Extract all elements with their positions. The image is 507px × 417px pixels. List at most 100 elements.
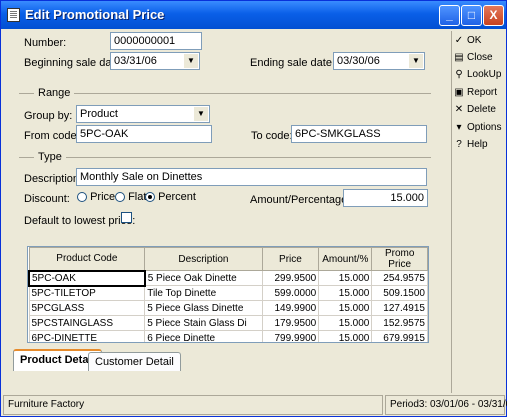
table-row[interactable]: 5PCSTAINGLASS 5 Piece Stain Glass Di 179… bbox=[28, 315, 428, 331]
dropdown-arrow-icon: ▾ bbox=[456, 122, 462, 133]
options-button[interactable]: ▾ Options bbox=[453, 122, 501, 139]
close-window-button[interactable]: X bbox=[483, 5, 504, 26]
group-by-label: Group by: bbox=[24, 110, 73, 122]
number-input[interactable]: 0000000001 bbox=[110, 32, 202, 50]
cell-code[interactable]: 5PCGLASS bbox=[28, 300, 146, 316]
status-bar: Furniture Factory Period3: 03/01/06 - 03… bbox=[3, 395, 507, 415]
table-row[interactable]: 5PCGLASS 5 Piece Glass Dinette 149.9900 … bbox=[28, 300, 428, 316]
radio-label-price: Price bbox=[90, 191, 116, 203]
col-header-description[interactable]: Description bbox=[144, 247, 263, 271]
app-icon bbox=[7, 8, 20, 22]
cell-promo-price[interactable]: 254.9575 bbox=[371, 270, 428, 286]
cell-description[interactable]: 5 Piece Glass Dinette bbox=[144, 300, 263, 316]
checkmark-icon: ✓ bbox=[454, 35, 464, 46]
col-header-price[interactable]: Price bbox=[261, 247, 320, 271]
group-by-value: Product bbox=[80, 108, 118, 120]
begin-date-picker[interactable]: 03/31/06 ▼ bbox=[110, 52, 200, 70]
lookup-button[interactable]: ⚲ LookUp bbox=[453, 69, 501, 86]
group-by-select[interactable]: Product ▼ bbox=[76, 105, 210, 123]
minimize-button[interactable]: _ bbox=[439, 5, 460, 26]
discount-label: Discount: bbox=[24, 193, 70, 205]
edit-promo-window: Edit Promotional Price _ □ X Number: 000… bbox=[0, 0, 507, 417]
ok-label: OK bbox=[467, 35, 482, 46]
cell-description[interactable]: 5 Piece Oak Dinette bbox=[144, 270, 263, 286]
help-button[interactable]: ? Help bbox=[453, 139, 488, 156]
cell-promo-price[interactable]: 679.9915 bbox=[371, 330, 428, 342]
close-button[interactable]: ▤ Close bbox=[453, 52, 493, 69]
printer-icon: ▣ bbox=[454, 87, 464, 98]
col-header-code[interactable]: Product Code bbox=[28, 247, 146, 271]
type-title: Type bbox=[34, 151, 66, 163]
cell-promo-price[interactable]: 127.4915 bbox=[371, 300, 428, 316]
range-title: Range bbox=[34, 87, 75, 99]
cell-amount[interactable]: 15.000 bbox=[318, 300, 373, 316]
table-row[interactable]: 6PC-DINETTE 6 Piece Dinette 799.9900 15.… bbox=[28, 330, 428, 342]
cell-amount[interactable]: 15.000 bbox=[318, 285, 373, 301]
type-divider bbox=[19, 157, 431, 158]
product-table: Product Code Description Price Amount/% … bbox=[28, 247, 428, 342]
discount-radio-flat[interactable]: Flat bbox=[115, 191, 146, 203]
cell-code[interactable]: 5PCSTAINGLASS bbox=[28, 315, 146, 331]
cell-code[interactable]: 5PC-TILETOP bbox=[28, 285, 146, 301]
tab-customer-detail[interactable]: Customer Detail bbox=[88, 352, 181, 371]
delete-button[interactable]: ✕ Delete bbox=[453, 104, 496, 121]
table-row[interactable]: 5PC-OAK 5 Piece Oak Dinette 299.9500 15.… bbox=[28, 269, 428, 287]
discount-radio-price[interactable]: Price bbox=[77, 191, 115, 203]
end-date-value: 03/30/06 bbox=[337, 55, 380, 67]
report-button[interactable]: ▣ Report bbox=[453, 87, 497, 104]
discount-radio-percent[interactable]: Percent bbox=[145, 191, 196, 203]
maximize-button[interactable]: □ bbox=[461, 5, 482, 26]
cell-amount[interactable]: 15.000 bbox=[318, 270, 373, 286]
chevron-down-icon[interactable]: ▼ bbox=[409, 54, 423, 68]
lookup-label: LookUp bbox=[467, 69, 502, 80]
options-label: Options bbox=[467, 122, 502, 133]
number-label: Number: bbox=[24, 37, 67, 49]
cell-amount[interactable]: 15.000 bbox=[318, 330, 373, 342]
radio-label-flat: Flat bbox=[128, 191, 147, 203]
radio-label-percent: Percent bbox=[158, 191, 196, 203]
cell-price[interactable]: 149.9900 bbox=[261, 300, 320, 316]
col-header-promo-price[interactable]: Promo Price bbox=[371, 247, 428, 271]
cell-amount[interactable]: 15.000 bbox=[318, 315, 373, 331]
report-label: Report bbox=[467, 87, 498, 98]
product-grid[interactable]: Product Code Description Price Amount/% … bbox=[27, 246, 429, 343]
cell-description[interactable]: 5 Piece Stain Glass Di bbox=[144, 315, 263, 331]
default-lowest-label: Default to lowest price: bbox=[24, 215, 136, 227]
chevron-down-icon[interactable]: ▼ bbox=[194, 107, 208, 121]
end-date-label: Ending sale date: bbox=[250, 57, 336, 69]
description-label: Description: bbox=[24, 173, 83, 185]
close-doc-icon: ▤ bbox=[454, 52, 464, 63]
delete-x-icon: ✕ bbox=[454, 104, 464, 115]
ok-button[interactable]: ✓ OK bbox=[453, 35, 482, 52]
cell-price[interactable]: 599.0000 bbox=[261, 285, 320, 301]
help-label: Help bbox=[467, 139, 488, 150]
cell-code[interactable]: 6PC-DINETTE bbox=[28, 330, 146, 342]
amount-input[interactable]: 15.000 bbox=[343, 189, 428, 207]
cell-description[interactable]: Tile Top Dinette bbox=[144, 285, 263, 301]
chevron-down-icon[interactable]: ▼ bbox=[184, 54, 198, 68]
radio-icon bbox=[77, 192, 87, 203]
end-date-picker[interactable]: 03/30/06 ▼ bbox=[333, 52, 425, 70]
cell-promo-price[interactable]: 152.9575 bbox=[371, 315, 428, 331]
from-code-label: From code: bbox=[24, 130, 80, 142]
cell-price[interactable]: 299.9500 bbox=[261, 270, 320, 286]
window-title: Edit Promotional Price bbox=[25, 7, 165, 22]
table-row[interactable]: 5PC-TILETOP Tile Top Dinette 599.0000 15… bbox=[28, 285, 428, 301]
description-input[interactable]: Monthly Sale on Dinettes bbox=[76, 168, 427, 186]
cell-price[interactable]: 179.9500 bbox=[261, 315, 320, 331]
to-code-input[interactable]: 6PC-SMKGLASS bbox=[291, 125, 427, 143]
radio-selected-icon bbox=[145, 192, 155, 203]
cell-promo-price[interactable]: 509.1500 bbox=[371, 285, 428, 301]
title-bar: Edit Promotional Price _ □ X bbox=[1, 1, 506, 29]
cell-description[interactable]: 6 Piece Dinette bbox=[144, 330, 263, 342]
from-code-input[interactable]: 5PC-OAK bbox=[76, 125, 212, 143]
col-header-amount[interactable]: Amount/% bbox=[318, 247, 373, 271]
default-lowest-checkbox[interactable] bbox=[121, 212, 132, 223]
cell-price[interactable]: 799.9900 bbox=[261, 330, 320, 342]
radio-icon bbox=[115, 192, 125, 203]
close-label: Close bbox=[467, 52, 493, 63]
magnifier-icon: ⚲ bbox=[455, 69, 463, 80]
begin-date-label: Beginning sale date: bbox=[24, 57, 124, 69]
range-divider bbox=[19, 93, 431, 94]
cell-code[interactable]: 5PC-OAK bbox=[28, 269, 146, 287]
